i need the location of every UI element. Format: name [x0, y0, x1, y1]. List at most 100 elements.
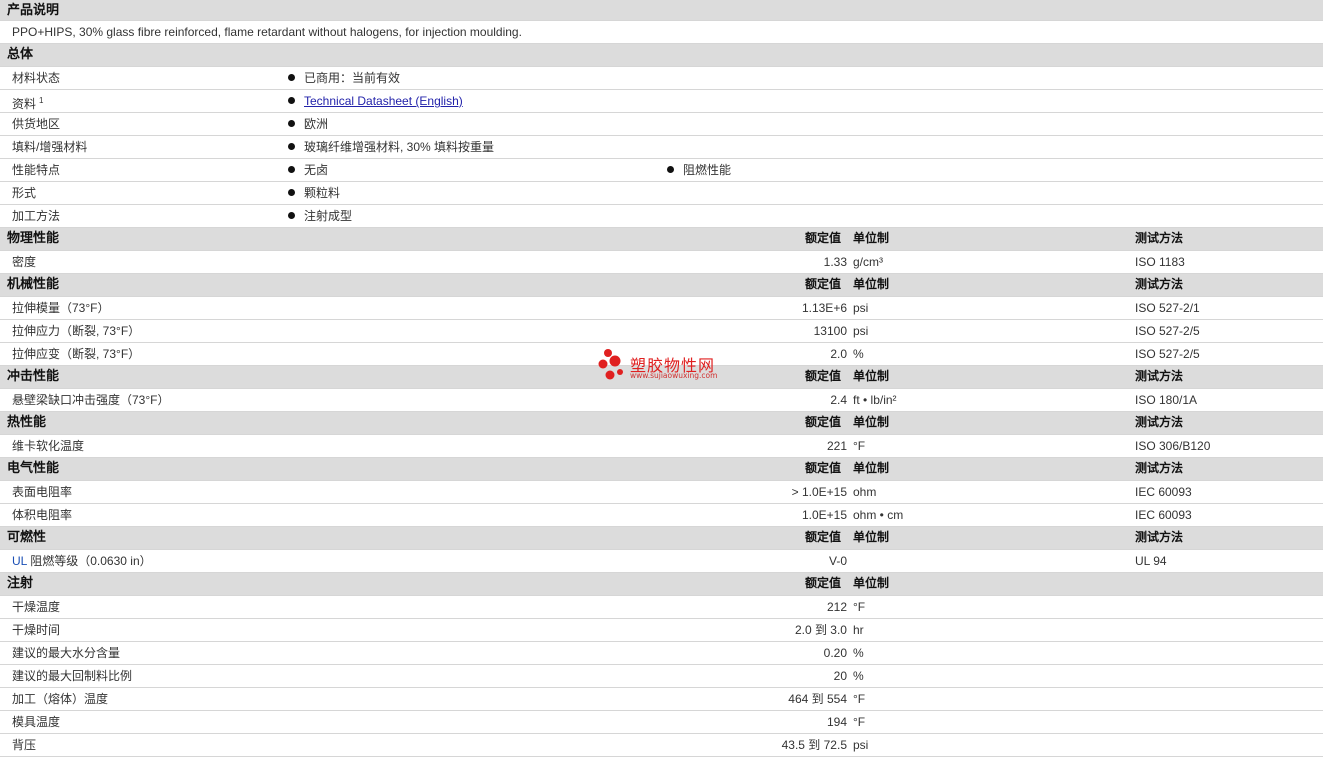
section-title: 机械性能: [7, 276, 60, 291]
col-header-unit: 单位制: [853, 576, 890, 590]
section-title: 产品说明: [7, 2, 60, 17]
ul-link[interactable]: UL: [12, 554, 27, 568]
property-value: 221: [826, 439, 847, 453]
bullet-value: 已商用：当前有效: [288, 67, 400, 89]
section-header-physical: 物理性能 额定值 单位制 测试方法: [0, 228, 1323, 251]
property-value: 1.33: [823, 255, 847, 269]
col-header-test: 测试方法: [1135, 461, 1184, 475]
property-unit: %: [853, 347, 864, 361]
property-value: 2.0: [830, 347, 847, 361]
property-row: 维卡软化温度 221 °F ISO 306/B120: [0, 435, 1323, 458]
bullet-value: Technical Datasheet (English): [288, 90, 463, 112]
section-title: 可燃性: [7, 529, 47, 544]
datasheet-link[interactable]: Technical Datasheet (English): [304, 94, 463, 108]
property-value: 2.4: [830, 393, 847, 407]
bullet-value: 无卤: [288, 159, 328, 181]
property-row: UL 阻燃等级（0.0630 in） V-0 UL 94: [0, 550, 1323, 573]
col-header-value: 额定值: [805, 277, 842, 291]
property-row: 拉伸模量（73°F） 1.13E+6 psi ISO 527-2/1: [0, 297, 1323, 320]
property-row: 干燥时间 2.0 到 3.0 hr: [0, 619, 1323, 642]
col-header-unit: 单位制: [853, 369, 890, 383]
property-unit: °F: [853, 600, 866, 614]
col-header-unit: 单位制: [853, 461, 890, 475]
general-row: 供货地区 欧洲: [0, 113, 1323, 136]
col-header-test: 测试方法: [1135, 231, 1184, 245]
property-value: 1.0E+15: [801, 508, 847, 522]
col-header-unit: 单位制: [853, 277, 890, 291]
col-header-test: 测试方法: [1135, 530, 1184, 544]
general-row: 资料 1 Technical Datasheet (English): [0, 90, 1323, 113]
bullet-value: 注射成型: [288, 205, 352, 227]
property-unit: ohm • cm: [853, 508, 904, 522]
bullet-icon: [667, 166, 674, 173]
property-name: 加工方法: [12, 209, 61, 223]
section-header-electrical: 电气性能 额定值 单位制 测试方法: [0, 458, 1323, 481]
property-row: 背压 43.5 到 72.5 psi: [0, 734, 1323, 757]
property-row: 建议的最大水分含量 0.20 %: [0, 642, 1323, 665]
property-row: 密度 1.33 g/cm³ ISO 1183: [0, 251, 1323, 274]
section-title: 总体: [7, 46, 34, 61]
property-value: 464 到 554: [788, 692, 847, 706]
property-value: 43.5 到 72.5: [781, 738, 847, 752]
section-header-mechanical: 机械性能 额定值 单位制 测试方法: [0, 274, 1323, 297]
property-value: 13100: [813, 324, 847, 338]
property-name: 表面电阻率: [12, 485, 73, 499]
col-header-value: 额定值: [805, 530, 842, 544]
section-header-injection: 注射 额定值 单位制: [0, 573, 1323, 596]
property-name: 悬壁梁缺口冲击强度（73°F）: [12, 393, 170, 407]
bullet-icon: [288, 143, 295, 150]
col-header-test: 测试方法: [1135, 369, 1184, 383]
test-method: ISO 527-2/1: [1135, 301, 1200, 315]
property-name: 资料 1: [12, 96, 44, 111]
bullet-value: 阻燃性能: [667, 159, 731, 181]
property-name: 体积电阻率: [12, 508, 73, 522]
general-row: 材料状态 已商用：当前有效: [0, 67, 1323, 90]
section-title: 热性能: [7, 414, 47, 429]
property-name: 材料状态: [12, 71, 61, 85]
property-row: 体积电阻率 1.0E+15 ohm • cm IEC 60093: [0, 504, 1323, 527]
property-name: 形式: [12, 186, 37, 200]
bullet-value: 颗粒料: [288, 182, 340, 204]
test-method: IEC 60093: [1135, 508, 1192, 522]
test-method: ISO 527-2/5: [1135, 347, 1200, 361]
bullet-value: 欧洲: [288, 113, 328, 135]
property-row: 悬壁梁缺口冲击强度（73°F） 2.4 ft • lb/in² ISO 180/…: [0, 389, 1323, 412]
property-name: 填料/增强材料: [12, 140, 88, 154]
property-name: 建议的最大回制料比例: [12, 669, 133, 683]
bullet-icon: [288, 166, 295, 173]
property-row: 干燥温度 212 °F: [0, 596, 1323, 619]
col-header-test: 测试方法: [1135, 415, 1184, 429]
col-header-unit: 单位制: [853, 231, 890, 245]
test-method: ISO 180/1A: [1135, 393, 1198, 407]
section-title: 电气性能: [7, 460, 60, 475]
property-unit: °F: [853, 692, 866, 706]
property-name: 背压: [12, 738, 37, 752]
property-name: 拉伸模量（73°F）: [12, 301, 110, 315]
section-header-flammability: 可燃性 额定值 单位制 测试方法: [0, 527, 1323, 550]
col-header-value: 额定值: [805, 461, 842, 475]
property-name: 拉伸应力（断裂, 73°F）: [12, 324, 141, 338]
general-row: 加工方法 注射成型: [0, 205, 1323, 228]
property-unit: psi: [853, 738, 869, 752]
property-name: 建议的最大水分含量: [12, 646, 121, 660]
section-title: 物理性能: [7, 230, 60, 245]
bullet-icon: [288, 97, 295, 104]
test-method: ISO 306/B120: [1135, 439, 1211, 453]
property-value: 0.20: [823, 646, 847, 660]
watermark-url: www.sujiaowuxing.com: [630, 371, 718, 380]
property-unit: psi: [853, 301, 869, 315]
section-title: 注射: [7, 575, 34, 590]
col-header-unit: 单位制: [853, 530, 890, 544]
col-header-value: 额定值: [805, 576, 842, 590]
property-unit: ohm: [853, 485, 877, 499]
general-row: 性能特点 无卤 阻燃性能: [0, 159, 1323, 182]
property-value: 194: [826, 715, 847, 729]
col-header-value: 额定值: [805, 231, 842, 245]
property-value: 2.0 到 3.0: [794, 623, 847, 637]
section-header-description: 产品说明: [0, 0, 1323, 21]
general-row: 形式 颗粒料: [0, 182, 1323, 205]
property-name: 干燥时间: [12, 623, 61, 637]
property-value: > 1.0E+15: [791, 485, 847, 499]
section-title: 冲击性能: [7, 368, 60, 383]
section-header-general: 总体: [0, 44, 1323, 67]
